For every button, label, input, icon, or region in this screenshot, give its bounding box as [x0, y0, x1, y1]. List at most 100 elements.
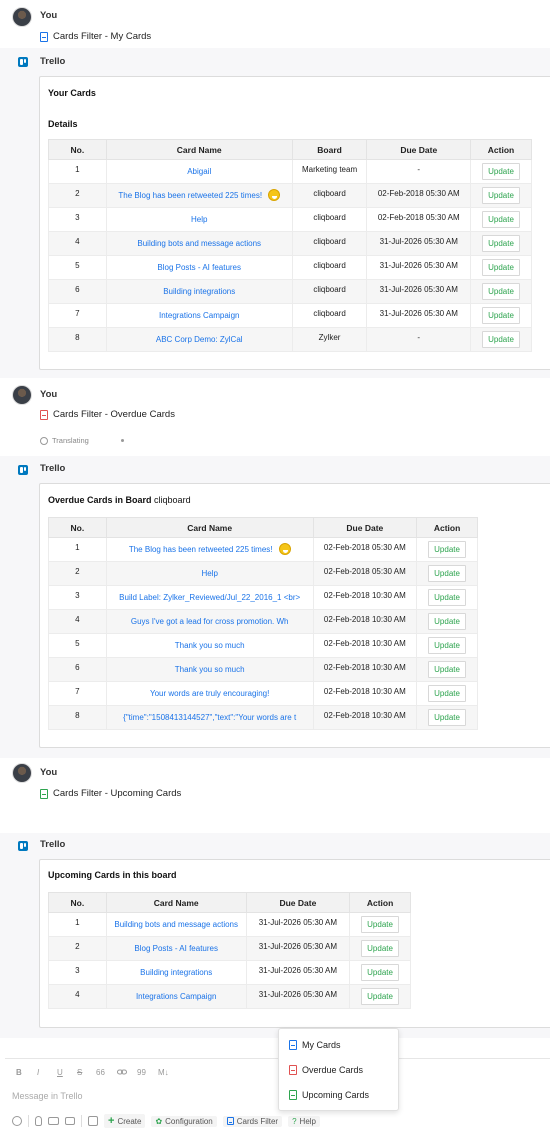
- markdown-button[interactable]: M↓: [158, 1068, 169, 1077]
- due-date: 31-Jul-2026 05:30 AM: [366, 303, 472, 328]
- translate-icon: [40, 436, 48, 445]
- card-name-link[interactable]: Help: [105, 561, 314, 586]
- card-name-link[interactable]: The Blog has been retweeted 225 times!: [105, 537, 314, 562]
- card-name-link[interactable]: ABC Corp Demo: ZylCal: [105, 327, 293, 352]
- board-name: cliqboard: [291, 255, 368, 280]
- due-date: 02-Feb-2018 10:30 AM: [312, 657, 418, 682]
- user-avatar[interactable]: [12, 385, 32, 405]
- table-row: 4 Building bots and message actions cliq…: [48, 231, 532, 256]
- underline-button[interactable]: U: [57, 1068, 63, 1077]
- update-button[interactable]: Update: [482, 211, 520, 228]
- card-name-link[interactable]: Building integrations: [105, 960, 247, 985]
- table-row: 1 Building bots and message actions 31-J…: [48, 912, 411, 937]
- update-button[interactable]: Update: [482, 307, 520, 324]
- update-button[interactable]: Update: [482, 235, 520, 252]
- row-number: 6: [48, 657, 107, 682]
- card-name-link[interactable]: Your words are truly encouraging!: [105, 681, 314, 706]
- board-name: cliqboard: [291, 231, 368, 256]
- due-date: 31-Jul-2026 05:30 AM: [245, 936, 351, 961]
- dropdown-item-upcoming-cards[interactable]: Upcoming Cards: [289, 1090, 369, 1100]
- column-header: Action: [416, 517, 478, 538]
- card-name-link[interactable]: {"time":"1508413144527","text":"Your wor…: [105, 705, 314, 730]
- card-name-text[interactable]: The Blog has been retweeted 225 times!: [118, 191, 262, 200]
- screen-share-icon[interactable]: [65, 1117, 75, 1125]
- due-date: 31-Jul-2026 05:30 AM: [366, 231, 472, 256]
- dropdown-item-overdue-cards[interactable]: Overdue Cards: [289, 1065, 363, 1075]
- configuration-button[interactable]: ✿ Configuration: [151, 1115, 217, 1127]
- update-button[interactable]: Update: [482, 283, 520, 300]
- dropdown-item-label: My Cards: [302, 1040, 341, 1050]
- update-button[interactable]: Update: [428, 541, 466, 558]
- update-button[interactable]: Update: [361, 916, 399, 933]
- card-name-link[interactable]: Building bots and message actions: [105, 912, 247, 937]
- bold-button[interactable]: B: [16, 1068, 22, 1077]
- card-name-link[interactable]: Building integrations: [105, 279, 293, 304]
- update-button[interactable]: Update: [428, 685, 466, 702]
- column-header: Due Date: [312, 517, 418, 538]
- quote-button[interactable]: 66: [96, 1068, 105, 1077]
- update-button[interactable]: Update: [482, 163, 520, 180]
- card-name-link[interactable]: Blog Posts - AI features: [105, 936, 247, 961]
- due-date: 31-Jul-2026 05:30 AM: [366, 255, 472, 280]
- overdue-cards-card: Overdue Cards in Board cliqboard No. Car…: [39, 483, 550, 748]
- card-name-link[interactable]: Thank you so much: [105, 633, 314, 658]
- update-button[interactable]: Update: [428, 637, 466, 654]
- due-date: 02-Feb-2018 10:30 AM: [312, 585, 418, 610]
- row-number: 2: [48, 936, 107, 961]
- italic-button[interactable]: I: [37, 1068, 39, 1077]
- update-button[interactable]: Update: [482, 187, 520, 204]
- attachment-icon[interactable]: [12, 1116, 22, 1126]
- update-button[interactable]: Update: [428, 709, 466, 726]
- update-button[interactable]: Update: [361, 988, 399, 1005]
- microphone-icon[interactable]: [35, 1116, 42, 1126]
- row-number: 7: [48, 681, 107, 706]
- row-number: 4: [48, 231, 107, 256]
- card-name-link[interactable]: Integrations Campaign: [105, 303, 293, 328]
- details-label: Details: [48, 119, 78, 129]
- plus-icon: +: [108, 1115, 115, 1127]
- doc-icon: [289, 1065, 297, 1075]
- dropdown-item-my-cards[interactable]: My Cards: [289, 1040, 341, 1050]
- update-button[interactable]: Update: [428, 661, 466, 678]
- cards-filter-button[interactable]: Cards Filter: [222, 1115, 283, 1127]
- user-avatar[interactable]: [12, 763, 32, 783]
- card-name-link[interactable]: Integrations Campaign: [105, 984, 247, 1009]
- user-avatar[interactable]: [12, 7, 32, 27]
- card-name-link[interactable]: Build Label: Zylker_Reviewed/Jul_22_2016…: [105, 585, 314, 610]
- due-date: 02-Feb-2018 10:30 AM: [312, 705, 418, 730]
- strikethrough-button[interactable]: S: [77, 1068, 82, 1077]
- sender-name: You: [40, 10, 58, 21]
- create-button[interactable]: + Create: [104, 1114, 146, 1128]
- board-name: cliqboard: [291, 279, 368, 304]
- due-date: -: [366, 327, 472, 352]
- link-button[interactable]: [117, 1068, 127, 1078]
- card-name-link[interactable]: Abigail: [105, 159, 293, 184]
- message-input[interactable]: Message in Trello: [12, 1091, 83, 1101]
- update-button[interactable]: Update: [428, 613, 466, 630]
- help-button[interactable]: ? Help: [288, 1115, 320, 1127]
- column-header: Card Name: [105, 517, 314, 538]
- column-header: Due Date: [366, 139, 472, 160]
- card-name-link[interactable]: Guys I've got a lead for cross promotion…: [105, 609, 314, 634]
- card-name-text[interactable]: The Blog has been retweeted 225 times!: [129, 545, 273, 554]
- card-name-link[interactable]: Building bots and message actions: [105, 231, 293, 256]
- update-button[interactable]: Update: [361, 940, 399, 957]
- video-icon[interactable]: [48, 1117, 59, 1125]
- blockquote-button[interactable]: 99: [137, 1068, 146, 1077]
- update-button[interactable]: Update: [361, 964, 399, 981]
- row-number: 3: [48, 960, 107, 985]
- table-row: 4 Integrations Campaign 31-Jul-2026 05:3…: [48, 984, 411, 1009]
- column-header: No.: [48, 517, 107, 538]
- update-button[interactable]: Update: [428, 565, 466, 582]
- card-name-link[interactable]: Blog Posts - AI features: [105, 255, 293, 280]
- translating-status[interactable]: Translating: [40, 436, 89, 445]
- card-name-link[interactable]: Help: [105, 207, 293, 232]
- update-button[interactable]: Update: [428, 589, 466, 606]
- command-label: Cards Filter - Upcoming Cards: [53, 788, 182, 799]
- card-name-link[interactable]: The Blog has been retweeted 225 times!: [105, 183, 293, 208]
- update-button[interactable]: Update: [482, 259, 520, 276]
- sender-name: Trello: [40, 56, 66, 67]
- card-name-link[interactable]: Thank you so much: [105, 657, 314, 682]
- slash-command-icon[interactable]: [88, 1116, 98, 1126]
- update-button[interactable]: Update: [482, 331, 520, 348]
